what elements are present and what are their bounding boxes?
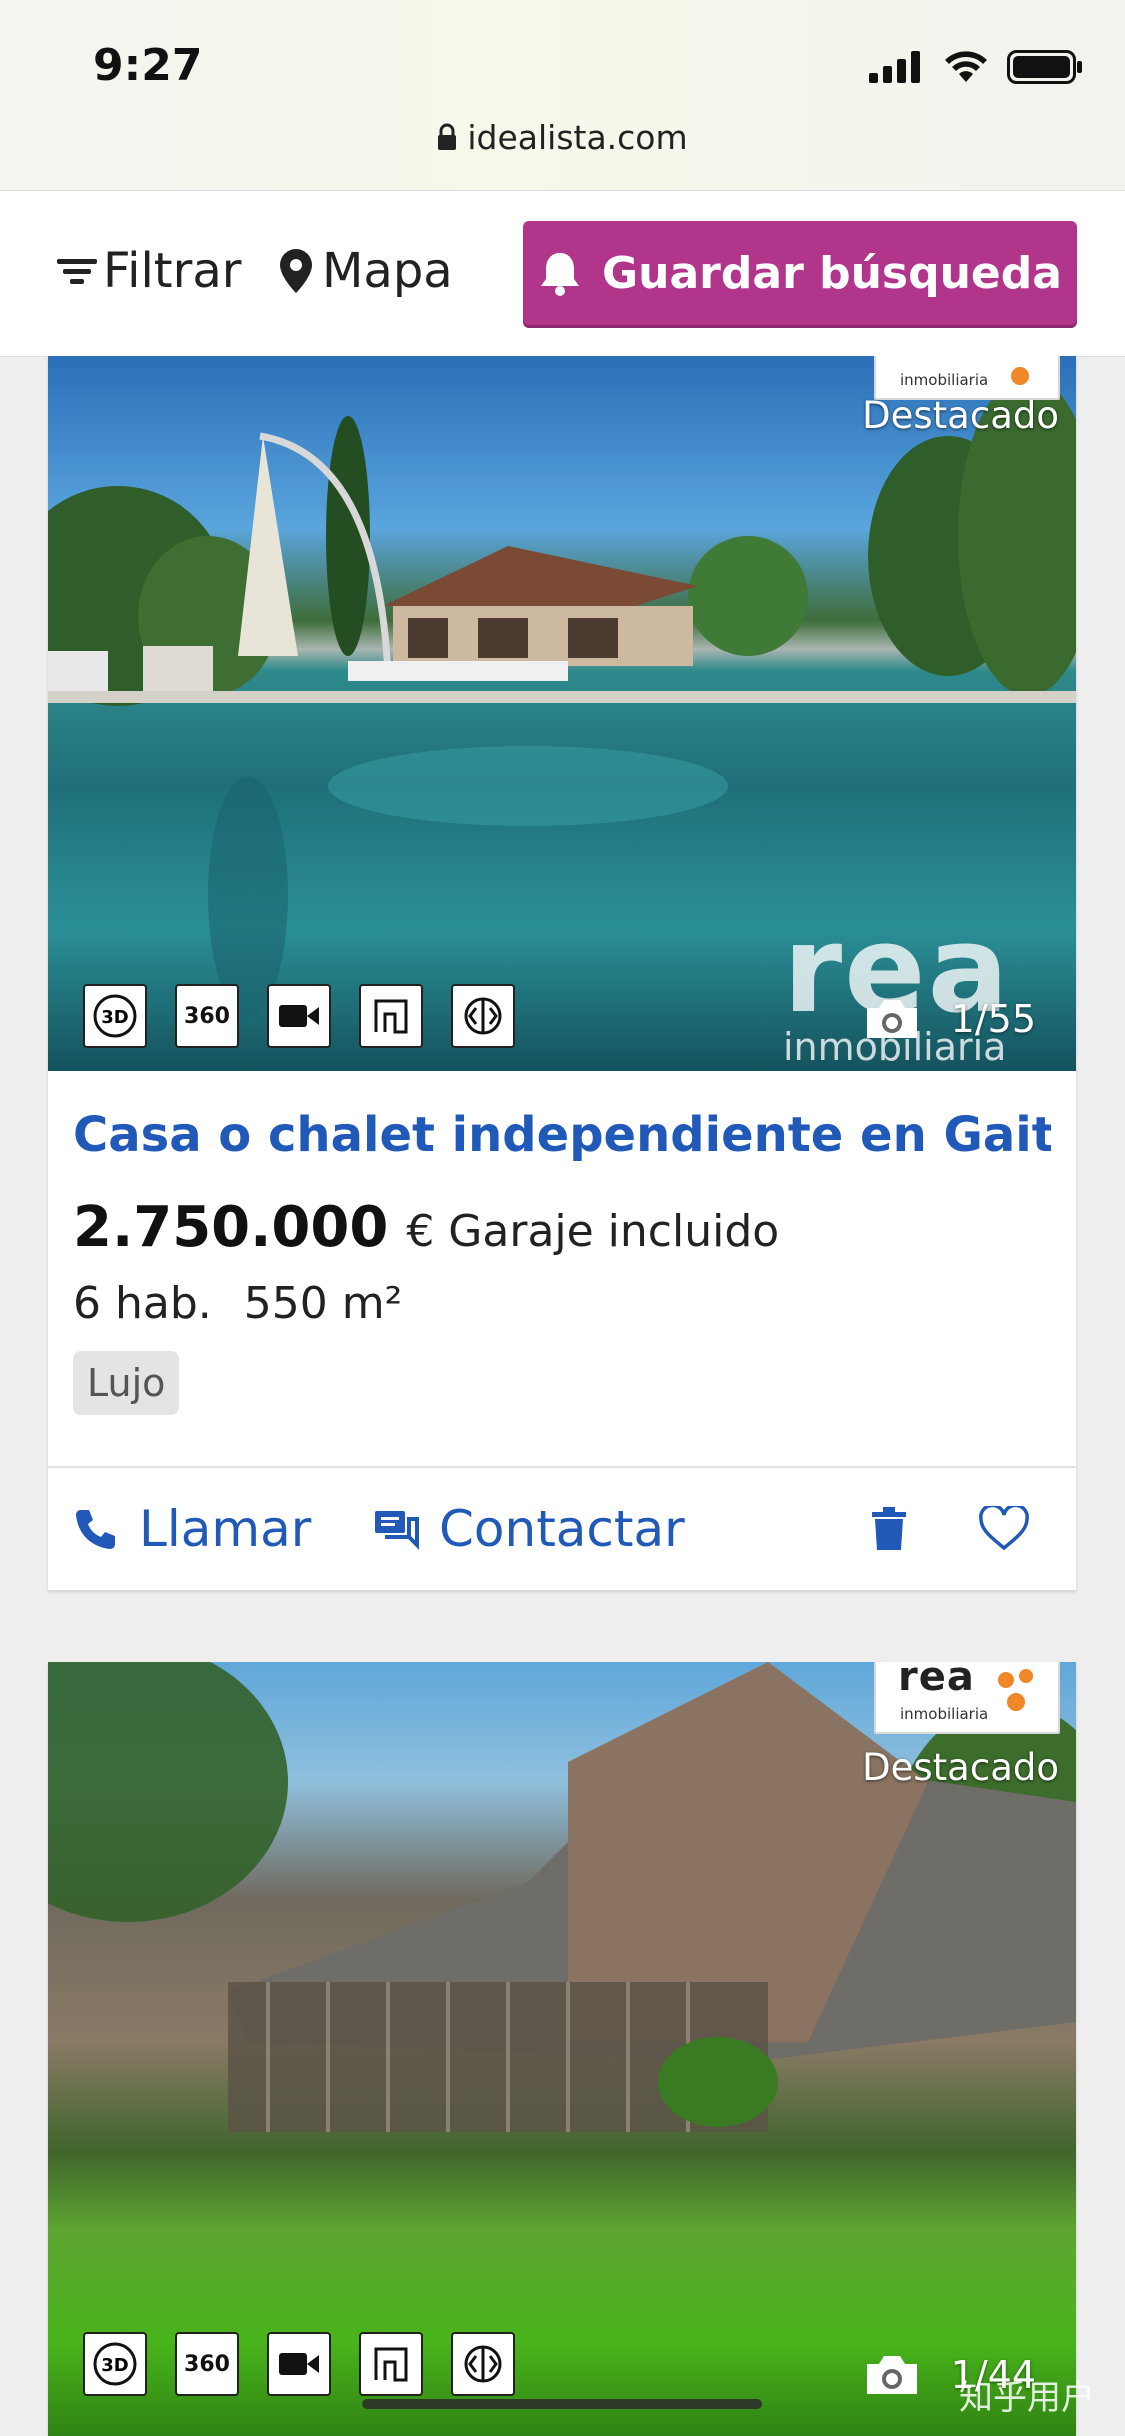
svg-text:3D: 3D [101, 2355, 128, 2376]
listing-photo[interactable]: rea inmobiliaria Destacado 3D 360 1/44 [48, 1662, 1076, 2436]
featured-badge: Destacado [862, 1746, 1059, 1789]
phone-icon [76, 1510, 115, 1549]
lock-icon [438, 123, 457, 150]
map-label: Mapa [322, 243, 453, 299]
url-bar[interactable]: idealista.com [0, 118, 1125, 157]
camera-icon [866, 2356, 917, 2394]
search-toolbar: Filtrar Mapa Guardar búsqueda [0, 190, 1125, 357]
heart-icon [979, 1506, 1029, 1551]
price-row: 2.750.000 € Garaje incluido [73, 1195, 1051, 1260]
discard-button[interactable] [870, 1506, 908, 1552]
favorite-button[interactable] [978, 1506, 1030, 1552]
svg-text:3D: 3D [101, 1007, 128, 1028]
trash-icon [872, 1507, 906, 1550]
price-extra: € Garaje incluido [406, 1206, 780, 1257]
clock: 9:27 [93, 40, 203, 91]
agency-logo-brand: rea [898, 1662, 975, 1700]
listing-title[interactable]: Casa o chalet independiente en Gaitan... [73, 1107, 1051, 1163]
photo-counter: 1/55 [861, 996, 1036, 1042]
chat-icon [375, 1511, 419, 1550]
photo-count-text: 1/55 [950, 997, 1036, 1041]
call-button[interactable]: Llamar [73, 1500, 311, 1558]
listing-price: 2.750.000 [73, 1195, 389, 1260]
listing-features: 6 hab. 550 m² [73, 1278, 1051, 1329]
listing-info: Casa o chalet independiente en Gaitan...… [48, 1107, 1076, 1415]
filter-button[interactable]: Filtrar [55, 243, 242, 299]
bell-icon [541, 253, 580, 296]
wifi-icon [945, 51, 987, 82]
agency-logo-subtitle: inmobiliaria [900, 371, 989, 389]
photo-watermark: rea inmobiliaria [783, 911, 1011, 1070]
call-label: Llamar [139, 1500, 312, 1558]
3d-tour-icon[interactable]: 3D [83, 2332, 147, 2396]
listing-card[interactable]: rea inmobiliaria Destacado 3D 360 1/44 [48, 1662, 1076, 2436]
source-watermark: 知乎用户 [959, 2378, 1095, 2418]
video-icon[interactable] [267, 2332, 331, 2396]
360-view-icon[interactable]: 360 [175, 2332, 239, 2396]
virtual-tour-icon[interactable] [451, 2332, 515, 2396]
featured-badge: Destacado [862, 394, 1059, 437]
media-icons: 3D 360 [83, 2332, 515, 2396]
map-pin-icon [280, 249, 312, 293]
battery-icon [1007, 50, 1082, 84]
rooms-count: 6 hab. [73, 1278, 212, 1329]
map-button[interactable]: Mapa [278, 243, 453, 299]
listing-photo[interactable]: inmobiliaria Destacado rea inmobiliaria … [48, 356, 1076, 1071]
agency-logo: rea inmobiliaria [874, 1662, 1060, 1734]
360-view-icon[interactable]: 360 [175, 984, 239, 1048]
save-search-label: Guardar búsqueda [602, 247, 1062, 299]
save-search-button[interactable]: Guardar búsqueda [523, 221, 1077, 325]
camera-icon [866, 1000, 917, 1038]
home-indicator[interactable] [362, 2399, 762, 2409]
area-size: 550 m² [243, 1278, 403, 1329]
virtual-tour-icon[interactable] [451, 984, 515, 1048]
agency-mark-icon [998, 1669, 1033, 1711]
filter-icon [57, 259, 97, 284]
floorplan-icon[interactable] [359, 2332, 423, 2396]
media-icons: 3D 360 [83, 984, 515, 1048]
contact-label: Contactar [439, 1500, 685, 1558]
url-text: idealista.com [467, 118, 688, 157]
filter-label: Filtrar [103, 243, 242, 299]
signal-icon [869, 51, 920, 83]
video-icon[interactable] [267, 984, 331, 1048]
listing-actions: Llamar Contactar [48, 1466, 1076, 1590]
status-bar: 9:27 idealista.com [0, 0, 1125, 190]
system-icons [869, 50, 1083, 84]
3d-tour-icon[interactable]: 3D [83, 984, 147, 1048]
listing-tag: Lujo [73, 1351, 180, 1415]
floorplan-icon[interactable] [359, 984, 423, 1048]
listing-card[interactable]: inmobiliaria Destacado rea inmobiliaria … [48, 356, 1076, 1590]
agency-logo-subtitle: inmobiliaria [900, 1705, 989, 1723]
contact-button[interactable]: Contactar [373, 1500, 685, 1558]
